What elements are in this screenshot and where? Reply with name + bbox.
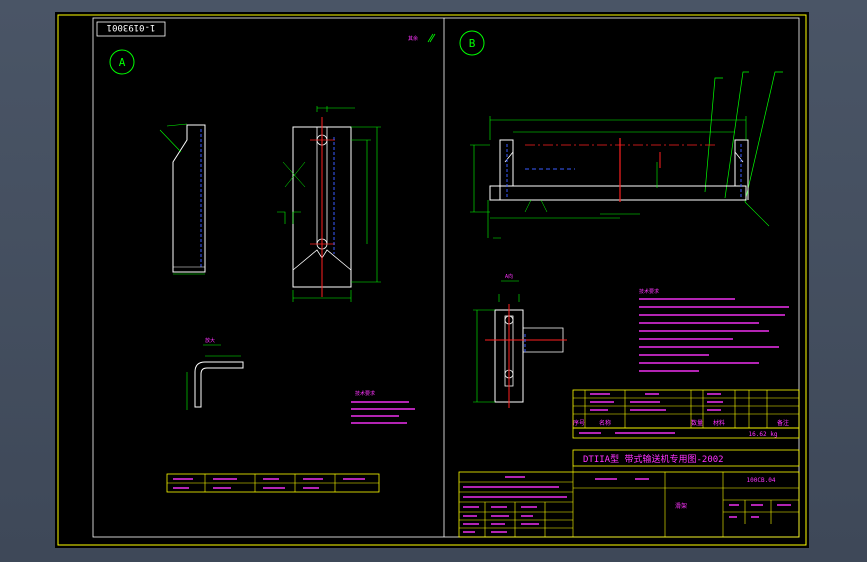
callout-leaders: [704, 71, 783, 203]
overall-length-dim: [489, 116, 747, 140]
part-number: 100CB.04: [747, 477, 776, 484]
svg-text:数量: 数量: [691, 419, 703, 427]
svg-text:材料: 材料: [713, 419, 725, 427]
bottom-dims: [490, 213, 640, 219]
hole-spacing-dim: [351, 139, 371, 244]
bolt-leader: [744, 201, 770, 227]
svg-text:名称: 名称: [599, 419, 611, 427]
part-side-profile: [172, 124, 206, 273]
parts-list-header: 序号 名称 数量 材料 备注: [573, 419, 789, 427]
section-width-dim: [498, 294, 520, 302]
outer-frame: [57, 14, 807, 546]
section-mark-a: [487, 200, 501, 239]
angle-leaders: [282, 161, 306, 188]
view-a-label: A: [119, 56, 126, 69]
height-dim-b: [470, 144, 490, 213]
corner-note: 其余: [408, 35, 418, 42]
svg-text:序号: 序号: [573, 419, 585, 427]
drawing-sheet: 1-0193001 其余 A 放大 技术要求 B A向 技术要求 序号 名称 数…: [55, 12, 809, 548]
bracket-chamfers: [504, 151, 744, 163]
assembly-end-brackets: [499, 139, 749, 200]
tech-notes-a-lines: [351, 401, 415, 424]
drawing-code: 1-0193001: [107, 22, 156, 32]
weld-marks: [524, 199, 548, 213]
bent-piece: [194, 361, 244, 408]
assembly-base-plate: [489, 185, 747, 201]
tech-notes-b-lines: [639, 298, 789, 372]
cad-drawing: 1-0193001 其余 A 放大 技术要求 B A向 技术要求 序号 名称 数…: [57, 14, 807, 546]
section-label: A向: [505, 273, 513, 280]
part-name: 滑架: [675, 502, 687, 510]
detail-label: 放大: [205, 337, 215, 344]
svg-text:备注: 备注: [777, 419, 789, 427]
height-dim: [351, 126, 381, 283]
roughness-symbol: [427, 33, 436, 43]
product-title: DTIIA型 带式输送机专用图-2002: [583, 453, 724, 465]
parts-table-a: [166, 473, 380, 493]
tech-notes-b-title: 技术要求: [639, 288, 659, 295]
tech-notes-a-title: 技术要求: [355, 390, 375, 397]
slot-dim: [316, 106, 355, 112]
chamfer-leader: [159, 123, 188, 153]
title-block: 16.62 kg DTIIA型 带式输送机专用图-2002 100CB.04 滑…: [458, 427, 800, 538]
revision-table: [459, 476, 573, 537]
section-height-dim: [473, 309, 495, 403]
mass-value: 16.62 kg: [749, 431, 778, 438]
view-b-label: B: [469, 37, 476, 50]
section-arrows: [277, 211, 301, 224]
